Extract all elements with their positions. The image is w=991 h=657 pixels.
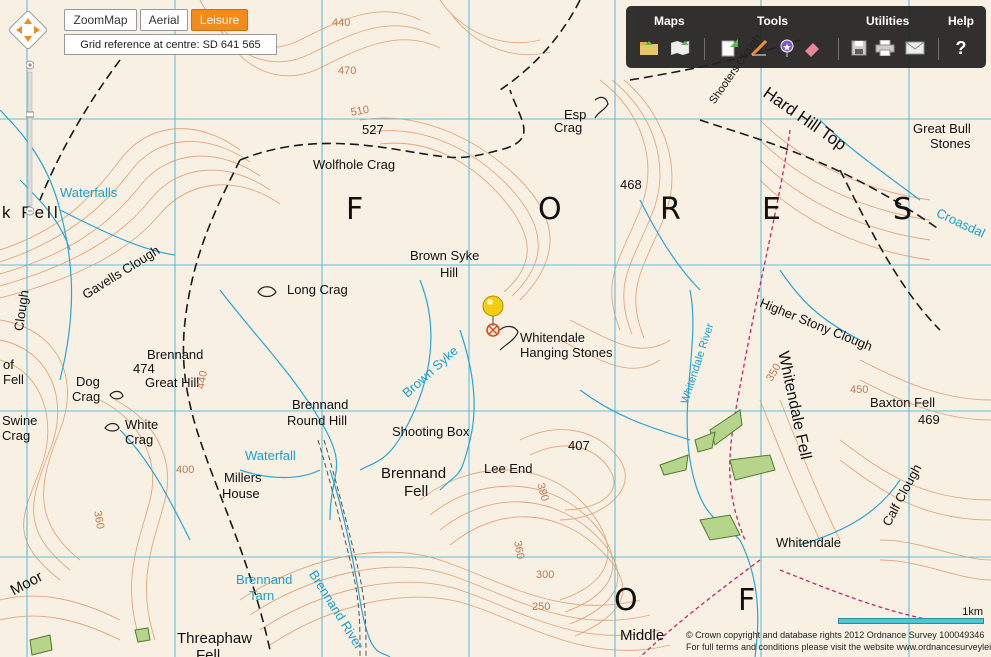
label-spot-height: 474 (133, 361, 155, 376)
label-dog-crag: Crag (72, 389, 101, 404)
label-spot-height: 407 (568, 438, 590, 453)
label-wolfhole-crag: Wolfhole Crag (313, 157, 396, 172)
label-baxton-fell: Baxton Fell (870, 395, 936, 410)
label-waterfalls: Waterfalls (60, 185, 118, 200)
label-spot-height: 468 (620, 177, 642, 192)
label-millers: Millers (224, 470, 262, 485)
label-great-bull: Great Bull (913, 121, 971, 136)
label-long-crag: Long Crag (287, 282, 348, 297)
label-brennand-round: Brennand (292, 397, 349, 412)
label-hanging-stones: Hanging Stones (520, 345, 613, 360)
maptype-leisure-button[interactable]: Leisure (191, 9, 248, 31)
map-add-icon[interactable] (670, 38, 692, 58)
label-contour-value: 250 (532, 601, 551, 613)
toolbar-separator (938, 38, 939, 60)
label-contour-value: 360 (91, 509, 107, 530)
label-lee-end: Lee End (484, 461, 533, 476)
label-contour-value: 360 (511, 539, 527, 560)
label-white: White (125, 417, 159, 432)
label-great-hill: Great Hill (145, 375, 200, 390)
label-esp-crag: Crag (554, 120, 583, 135)
menu-maps[interactable]: Maps (654, 14, 685, 28)
save-icon[interactable] (848, 38, 870, 58)
label-contour-value: 400 (176, 464, 195, 476)
open-folder-icon[interactable] (638, 38, 660, 58)
label-spot-height: 469 (918, 412, 940, 427)
email-icon[interactable] (904, 38, 926, 58)
help-icon[interactable]: ? (950, 38, 972, 58)
label-forest-letter: O (614, 583, 639, 618)
toolbar-separator (838, 38, 839, 60)
label-contour-value: 470 (338, 65, 357, 77)
toolbar: Maps Tools Utilities Help ? (626, 6, 986, 68)
label-forest-letter: F (738, 583, 757, 618)
label-forest-letter: O (538, 192, 563, 227)
label-hill: Hill (440, 265, 459, 280)
label-forest-letter: R (660, 192, 682, 227)
label-whitendale: Whitendale (520, 330, 586, 345)
print-icon[interactable] (874, 38, 896, 58)
scale-bar (838, 618, 984, 624)
eraser-icon[interactable] (801, 38, 823, 58)
maptype-zoommap-button[interactable]: ZoomMap (64, 9, 137, 31)
draw-route-icon[interactable] (748, 38, 770, 58)
label-of: of (3, 357, 14, 372)
menu-utilities[interactable]: Utilities (866, 14, 909, 28)
label-swine: Swine (2, 413, 38, 428)
zoom-handle[interactable] (25, 111, 35, 118)
label-swine-crag: Crag (2, 428, 31, 443)
label-tarn: Tarn (249, 588, 275, 603)
terms-text: For full terms and conditions please vis… (686, 642, 991, 652)
map-canvas[interactable]: Wolfhole Crag 527 Esp Crag 468 F O R E S… (0, 0, 991, 657)
label-white-crag: Crag (125, 432, 154, 447)
scale-label: 1km (962, 606, 983, 618)
label-round-hill: Round Hill (287, 413, 347, 428)
label-contour-value: 300 (536, 569, 555, 581)
label-forest-letter: F (346, 192, 365, 227)
label-brennand: Brennand (147, 347, 204, 362)
marker-icon[interactable] (776, 38, 798, 58)
label-forest-letter: S (893, 192, 914, 227)
label-contour-value: 440 (332, 17, 351, 29)
label-brennand-fell: Brennand (381, 465, 447, 482)
zoom-slider[interactable] (25, 60, 35, 216)
label-shooting-box: Shooting Box (392, 424, 470, 439)
grid-reference: Grid reference at centre: SD 641 565 (64, 34, 277, 55)
label-house: House (222, 486, 260, 501)
menu-tools[interactable]: Tools (757, 14, 788, 28)
label-contour-value: 450 (850, 384, 869, 396)
label-middle: Middle (620, 627, 665, 644)
pan-control[interactable] (8, 10, 48, 50)
label-whitendale-farm: Whitendale (776, 535, 842, 550)
label-brown-syke: Brown Syke (410, 248, 480, 263)
menu-help[interactable]: Help (948, 14, 974, 28)
label-stones: Stones (930, 136, 971, 151)
copyright-text: © Crown copyright and database rights 20… (686, 630, 985, 640)
label-fell: Fell (404, 483, 429, 500)
label-threaphaw-fell: Fell (196, 647, 221, 657)
label-waterfall: Waterfall (245, 448, 296, 463)
label-forest-letter: E (762, 192, 782, 227)
label-fell-small: Fell (3, 372, 24, 387)
toolbar-separator (704, 38, 705, 60)
new-document-icon[interactable] (718, 38, 740, 58)
maptype-aerial-button[interactable]: Aerial (140, 9, 188, 31)
label-dog: Dog (76, 374, 100, 389)
label-spot-height: 527 (362, 122, 384, 137)
label-brennand-tarn: Brennand (236, 572, 293, 587)
label-threaphaw: Threaphaw (177, 630, 253, 647)
